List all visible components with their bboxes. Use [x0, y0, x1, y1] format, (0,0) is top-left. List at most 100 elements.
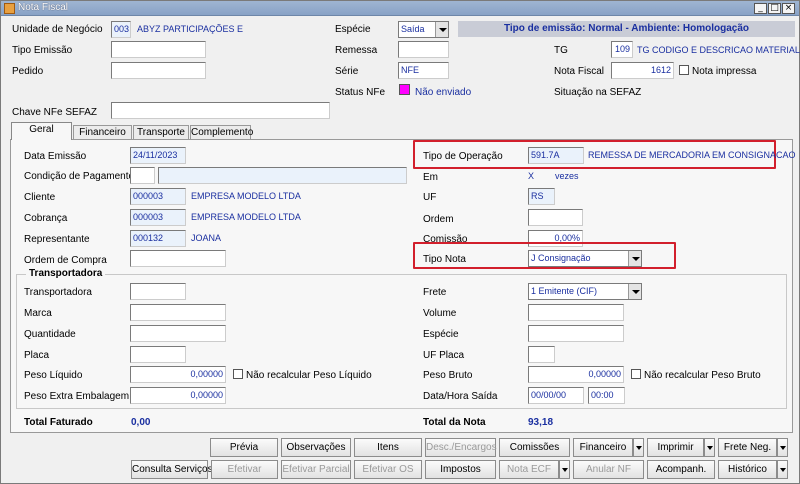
marca-input[interactable]: [130, 304, 226, 321]
uf-placa-input[interactable]: [528, 346, 555, 363]
tg-code-input[interactable]: 109: [611, 41, 633, 58]
financeiro-button[interactable]: Financeiro: [573, 438, 633, 457]
tipo-emissao-input[interactable]: [111, 41, 206, 58]
maximize-button[interactable]: □: [768, 3, 781, 14]
condicao-code-input[interactable]: [130, 167, 155, 184]
remessa-label: Remessa: [335, 45, 378, 56]
uf-input[interactable]: RS: [528, 188, 555, 205]
especie-select[interactable]: Saída: [398, 21, 449, 38]
cliente-label: Cliente: [24, 192, 56, 203]
close-button[interactable]: ×: [782, 3, 795, 14]
nota-ecf-dropdown[interactable]: [559, 460, 570, 479]
uf-label: UF: [423, 192, 437, 203]
total-faturado-value: 0,00: [131, 417, 151, 428]
tipo-operacao-name: REMESSA DE MERCADORIA EM CONSIGNACAO: [588, 150, 796, 160]
anular-nf-button[interactable]: Anular NF: [573, 460, 644, 479]
representante-label: Representante: [24, 234, 90, 245]
efetivar-os-button[interactable]: Efetivar OS: [354, 460, 422, 479]
tipo-operacao-label: Tipo de Operação: [423, 151, 503, 162]
title-bar[interactable]: Nota Fiscal _ □ ×: [1, 1, 799, 16]
nao-recalc-liq-checkbox[interactable]: [233, 369, 243, 379]
consulta-servicos-button[interactable]: Consulta Serviços: [131, 460, 213, 479]
chevron-down-icon: [628, 284, 641, 299]
comissoes-button[interactable]: Comissões: [499, 438, 570, 457]
cliente-code-input[interactable]: 000003: [130, 188, 186, 205]
pedido-label: Pedido: [12, 66, 44, 77]
nao-recalc-bruto-checkbox[interactable]: [631, 369, 641, 379]
peso-liquido-input[interactable]: 0,00000: [130, 366, 226, 383]
peso-bruto-label: Peso Bruto: [423, 370, 473, 381]
volume-input[interactable]: [528, 304, 624, 321]
tipo-nota-value: J Consignação: [531, 253, 591, 263]
historico-button[interactable]: Histórico: [718, 460, 777, 479]
nota-impressa-checkbox[interactable]: [679, 65, 689, 75]
efetivar-button[interactable]: Efetivar: [211, 460, 278, 479]
pedido-input[interactable]: [111, 62, 206, 79]
situacao-label: Situação na SEFAZ: [554, 87, 642, 98]
chave-label: Chave NFe SEFAZ: [12, 107, 98, 118]
cliente-name: EMPRESA MODELO LTDA: [191, 191, 301, 201]
tipo-nota-select[interactable]: J Consignação: [528, 250, 642, 267]
quantidade-input[interactable]: [130, 325, 226, 342]
quantidade-label: Quantidade: [24, 329, 76, 340]
em-vezes: vezes: [555, 171, 579, 181]
unidade-code-input[interactable]: 003: [111, 21, 131, 38]
volume-label: Volume: [423, 308, 457, 319]
efetivar-parcial-button[interactable]: Efetivar Parcial: [281, 460, 351, 479]
financeiro-dropdown[interactable]: [633, 438, 644, 457]
data-emissao-input[interactable]: 24/11/2023: [130, 147, 186, 164]
em-x: X: [528, 171, 535, 181]
previa-button[interactable]: Prévia: [210, 438, 278, 457]
cobranca-code-input[interactable]: 000003: [130, 209, 186, 226]
itens-button[interactable]: Itens: [354, 438, 422, 457]
tab-transporte[interactable]: Transporte: [133, 125, 189, 139]
cobranca-name: EMPRESA MODELO LTDA: [191, 212, 301, 222]
serie-label: Série: [335, 66, 359, 77]
placa-label: Placa: [24, 350, 50, 361]
cobranca-label: Cobrança: [24, 213, 68, 224]
nota-fiscal-label: Nota Fiscal: [554, 66, 605, 77]
peso-extra-input[interactable]: 0,00000: [130, 387, 226, 404]
frete-neg-button[interactable]: Frete Neg.: [718, 438, 777, 457]
imprimir-dropdown[interactable]: [704, 438, 715, 457]
tg-name: TG CODIGO E DESCRICAO MATERIAL: [637, 45, 800, 55]
desc-encargos-button[interactable]: Desc./Encargos: [425, 438, 497, 457]
especie-label: Espécie: [335, 24, 371, 35]
remessa-input[interactable]: [398, 41, 449, 58]
tg-label: TG: [554, 45, 568, 56]
especie-value: Saída: [401, 24, 425, 34]
nota-fiscal-input[interactable]: 1612: [611, 62, 674, 79]
imprimir-button[interactable]: Imprimir: [647, 438, 704, 457]
impostos-button[interactable]: Impostos: [425, 460, 496, 479]
nao-recalc-bruto-label: Não recalcular Peso Bruto: [644, 370, 761, 381]
tipo-operacao-code-input[interactable]: 591.7A: [528, 147, 584, 164]
frete-select[interactable]: 1 Emitente (CIF): [528, 283, 642, 300]
peso-bruto-input[interactable]: 0,00000: [528, 366, 624, 383]
especie-transp-input[interactable]: [528, 325, 624, 342]
observacoes-button[interactable]: Observações: [281, 438, 351, 457]
data-saida-input[interactable]: 00/00/00: [528, 387, 584, 404]
nota-ecf-button[interactable]: Nota ECF: [499, 460, 559, 479]
ordem-input[interactable]: [528, 209, 583, 226]
serie-input[interactable]: NFE: [398, 62, 449, 79]
condicao-desc-input[interactable]: [158, 167, 407, 184]
acompanh-button[interactable]: Acompanh.: [647, 460, 715, 479]
transportadora-input[interactable]: [130, 283, 186, 300]
tab-complemento[interactable]: Complemento: [190, 125, 253, 139]
emission-banner: Tipo de emissão: Normal - Ambiente: Homo…: [458, 21, 795, 37]
transportadora-group-label: Transportadora: [26, 268, 106, 279]
tab-geral[interactable]: Geral: [11, 122, 72, 140]
minimize-button[interactable]: _: [754, 3, 767, 14]
window-title: Nota Fiscal: [18, 2, 69, 13]
tab-financeiro[interactable]: Financeiro: [73, 125, 132, 139]
frete-neg-dropdown[interactable]: [777, 438, 788, 457]
hora-saida-input[interactable]: 00:00: [588, 387, 625, 404]
ordem-compra-input[interactable]: [130, 250, 226, 267]
representante-name: JOANA: [191, 233, 222, 243]
representante-code-input[interactable]: 000132: [130, 230, 186, 247]
app-icon: [4, 3, 15, 14]
chave-input[interactable]: [111, 102, 330, 119]
historico-dropdown[interactable]: [777, 460, 788, 479]
status-color-box: [399, 84, 410, 95]
placa-input[interactable]: [130, 346, 186, 363]
